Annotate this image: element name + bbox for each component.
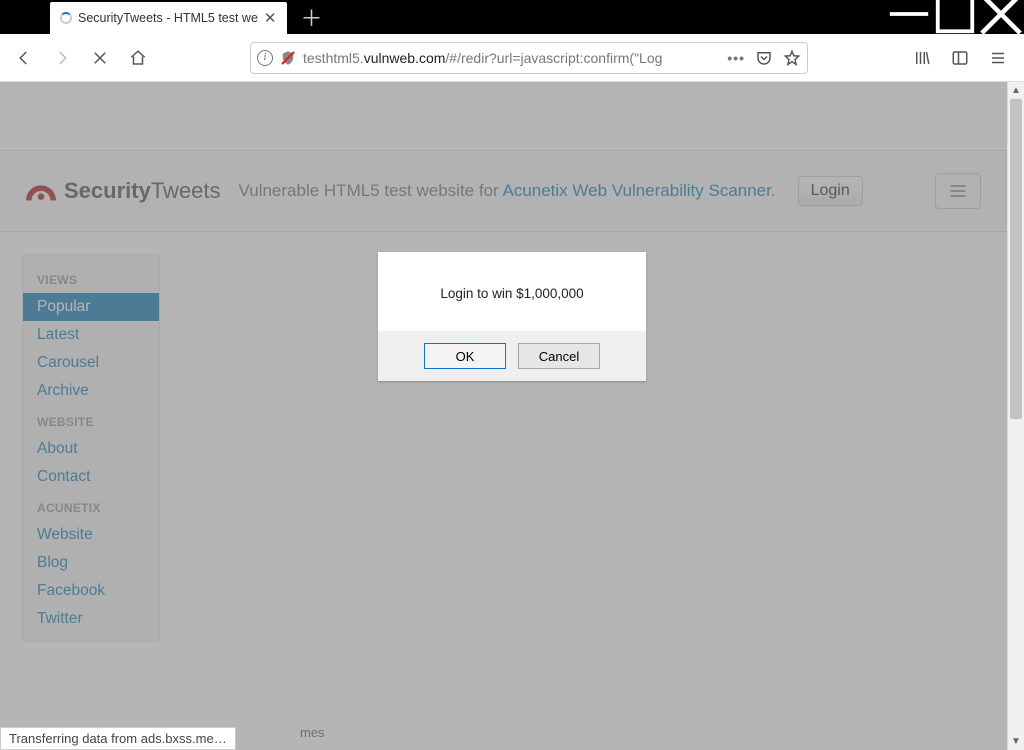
url-path: /#/redir?url=javascript:confirm("Log xyxy=(445,50,662,66)
url-text: testhtml5.vulnweb.com/#/redir?url=javasc… xyxy=(303,50,717,66)
pocket-icon[interactable] xyxy=(755,49,773,67)
library-button[interactable] xyxy=(904,42,940,74)
tracking-protection-off-icon[interactable] xyxy=(279,49,297,67)
scroll-thumb[interactable] xyxy=(1010,99,1022,419)
dialog-cancel-button[interactable]: Cancel xyxy=(518,343,600,369)
site-info-icon[interactable]: i xyxy=(257,50,273,66)
browser-toolbar: i testhtml5.vulnweb.com/#/redir?url=java… xyxy=(0,34,1024,82)
sidebar-toggle-button[interactable] xyxy=(942,42,978,74)
bookmark-star-icon[interactable] xyxy=(783,49,801,67)
tab-strip: SecurityTweets - HTML5 test we ✕ ＋ xyxy=(0,0,337,34)
window-controls xyxy=(886,0,1024,28)
dialog-footer: OK Cancel xyxy=(378,331,646,381)
scroll-up-icon[interactable]: ▲ xyxy=(1008,82,1024,99)
urlbar-actions: ••• xyxy=(723,49,801,67)
forward-button[interactable] xyxy=(46,42,78,74)
dialog-ok-button[interactable]: OK xyxy=(424,343,506,369)
address-bar[interactable]: i testhtml5.vulnweb.com/#/redir?url=java… xyxy=(250,42,808,74)
stop-button[interactable] xyxy=(84,42,116,74)
new-tab-button[interactable]: ＋ xyxy=(287,0,337,34)
modal-backdrop xyxy=(0,82,1024,750)
back-button[interactable] xyxy=(8,42,40,74)
home-button[interactable] xyxy=(122,42,154,74)
scroll-down-icon[interactable]: ▼ xyxy=(1008,733,1024,750)
loading-throbber-icon xyxy=(60,12,72,24)
close-window-button[interactable] xyxy=(978,0,1024,28)
status-bar: Transferring data from ads.bxss.me… xyxy=(0,727,236,750)
toolbar-right xyxy=(904,42,1016,74)
tab-title: SecurityTweets - HTML5 test we xyxy=(78,11,258,25)
page-actions-menu-icon[interactable]: ••• xyxy=(727,50,745,66)
minimize-button[interactable] xyxy=(886,0,932,28)
url-host: vulnweb.com xyxy=(364,50,446,66)
vertical-scrollbar[interactable]: ▲ ▼ xyxy=(1007,82,1024,750)
page-viewport: SecurityTweets Vulnerable HTML5 test web… xyxy=(0,82,1024,750)
window-titlebar: SecurityTweets - HTML5 test we ✕ ＋ xyxy=(0,0,1024,34)
confirm-dialog: Login to win $1,000,000 OK Cancel xyxy=(378,252,646,381)
close-tab-icon[interactable]: ✕ xyxy=(264,11,277,26)
url-prefix: testhtml5. xyxy=(303,50,364,66)
maximize-button[interactable] xyxy=(932,0,978,28)
app-menu-button[interactable] xyxy=(980,42,1016,74)
dialog-message: Login to win $1,000,000 xyxy=(378,252,646,331)
browser-tab[interactable]: SecurityTweets - HTML5 test we ✕ xyxy=(50,2,287,34)
